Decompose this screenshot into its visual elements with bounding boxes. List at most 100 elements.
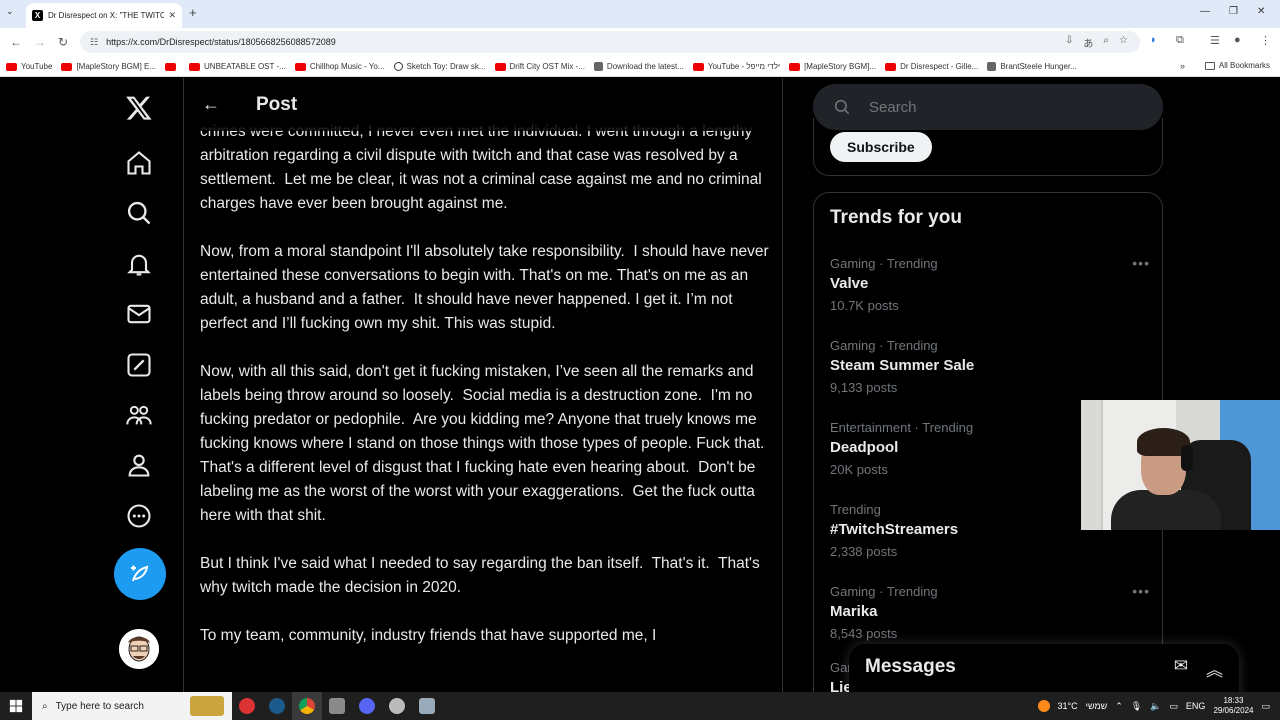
tab-search-chevron-icon[interactable]: ⌄ xyxy=(6,6,14,17)
messages-drawer[interactable]: Messages ✉ ︽ xyxy=(849,644,1239,692)
bookmark-item[interactable]: Download the latest... xyxy=(593,62,684,71)
taskbar-app-icon[interactable] xyxy=(232,692,262,720)
bookmark-item[interactable]: [MapleStory BGM]... xyxy=(789,62,876,71)
search-input[interactable]: Search xyxy=(813,84,1163,130)
microphone-icon[interactable]: 🎙 xyxy=(1131,701,1142,712)
trend-more-icon[interactable]: ••• xyxy=(1132,255,1150,271)
speaker-icon[interactable]: 🔈 xyxy=(1150,701,1161,712)
new-tab-plus-icon[interactable]: + xyxy=(189,5,197,20)
clock[interactable]: 18:33 29/06/2024 xyxy=(1213,696,1253,716)
taskbar-search-icon: ⌕ xyxy=(42,700,48,712)
browser-tab-active[interactable]: X Dr Disrespect on X: "THE TWITC ✕ xyxy=(26,3,182,28)
search-icon xyxy=(834,99,850,115)
post-header: ← Post xyxy=(184,78,782,131)
window-close-icon[interactable]: ✕ xyxy=(1257,6,1265,17)
bookmark-item[interactable]: Chillhop Music - Yo... xyxy=(294,62,385,71)
bookmark-item[interactable] xyxy=(165,62,180,71)
home-icon[interactable] xyxy=(123,147,155,179)
taskbar-search-input[interactable]: ⌕ Type here to search xyxy=(32,692,232,720)
extensions-puzzle-icon[interactable]: ⧉ xyxy=(1176,34,1184,47)
language[interactable]: ENG xyxy=(1186,701,1206,711)
trend-item[interactable]: Gaming · Trending Steam Summer Sale 9,133 … xyxy=(830,337,1150,399)
bookmark-label: [MapleStory BGM]... xyxy=(804,62,877,71)
trend-item[interactable]: Gaming · Trending Valve 10.7K posts ••• xyxy=(830,255,1150,317)
taskbar-app-icon[interactable] xyxy=(382,692,412,720)
expand-chevron-icon[interactable]: ︽ xyxy=(1206,656,1223,681)
bookmark-item[interactable]: UNBEATABLE OST -... xyxy=(189,62,286,71)
search-highlight-image xyxy=(190,696,224,716)
install-app-icon[interactable]: ⇩ xyxy=(1065,35,1073,50)
reload-icon[interactable]: ↻ xyxy=(58,35,68,49)
bookmark-item[interactable]: Drift City OST Mix -... xyxy=(494,62,585,71)
discord-icon[interactable] xyxy=(352,692,382,720)
account-avatar[interactable] xyxy=(119,629,159,669)
taskbar-app-icon[interactable] xyxy=(322,692,352,720)
explore-search-icon[interactable] xyxy=(123,197,155,229)
trend-more-icon[interactable]: ••• xyxy=(1132,583,1150,599)
site-info-icon[interactable]: ☷ xyxy=(90,37,98,48)
bookmark-star-icon[interactable]: ☆ xyxy=(1119,35,1128,50)
bookmark-item[interactable]: [MapleStory BGM] E... xyxy=(61,62,156,71)
right-sidebar: Subscribe Search Trends for you Gaming ·… xyxy=(813,78,1163,692)
subscribe-button[interactable]: Subscribe xyxy=(830,132,932,162)
bookmark-label: BrantSteele Hunger... xyxy=(1000,62,1077,71)
steam-icon[interactable] xyxy=(262,692,292,720)
menu-kebab-icon[interactable]: ⋮ xyxy=(1260,34,1271,47)
reading-list-icon[interactable]: ☰ xyxy=(1210,34,1220,47)
back-arrow-icon[interactable]: ← xyxy=(202,94,222,115)
zoom-icon[interactable]: ⌕ xyxy=(1103,35,1109,50)
webcam-overlay xyxy=(1081,400,1280,530)
notifications-icon[interactable]: ▭ xyxy=(1261,701,1270,712)
bookmark-item[interactable]: YouTube - ילדי מייפל xyxy=(692,62,780,71)
trend-post-count: 9,133 posts xyxy=(830,380,898,395)
bookmarks-overflow-icon[interactable]: » xyxy=(1180,61,1185,71)
address-bar[interactable]: ☷ https://x.com/DrDisrespect/status/1805… xyxy=(80,31,1140,53)
restore-icon[interactable]: ❐ xyxy=(1229,6,1238,17)
new-message-icon[interactable]: ✉ xyxy=(1174,656,1188,681)
post-paragraph: To my team, community, industry friends … xyxy=(200,627,657,644)
youtube-icon xyxy=(885,62,897,71)
more-circle-icon[interactable] xyxy=(123,500,155,532)
translate-icon[interactable]: あ xyxy=(1083,35,1093,50)
bookmark-item[interactable]: Sketch Toy: Draw sk... xyxy=(393,62,486,71)
profile-person-icon[interactable] xyxy=(123,449,155,481)
tab-close-icon[interactable]: ✕ xyxy=(168,10,176,21)
bookmark-favicon-icon xyxy=(987,62,997,71)
youtube-icon xyxy=(494,62,506,71)
forward-icon[interactable]: → xyxy=(34,35,46,49)
bookmark-item[interactable]: Dr Disrespect - Gille... xyxy=(885,62,978,71)
temperature[interactable]: 31°C xyxy=(1058,701,1078,711)
network-icon[interactable]: ▭ xyxy=(1169,701,1178,712)
all-bookmarks-button[interactable]: All Bookmarks xyxy=(1204,61,1270,70)
trend-post-count: 2,338 posts xyxy=(830,544,898,559)
weather-label[interactable]: שמשי xyxy=(1086,701,1108,711)
x-logo-icon[interactable] xyxy=(123,92,155,124)
minimize-icon[interactable]: — xyxy=(1200,6,1210,17)
taskbar-app-icon[interactable] xyxy=(412,692,442,720)
bookmark-label: YouTube xyxy=(21,62,53,71)
start-windows-icon[interactable] xyxy=(0,692,32,720)
bookmark-item[interactable]: BrantSteele Hunger... xyxy=(987,62,1077,71)
left-navigation xyxy=(110,78,170,692)
youtube-icon xyxy=(789,62,801,71)
post-column: crimes were committed, I never even met … xyxy=(183,78,783,692)
back-icon[interactable]: ← xyxy=(10,35,22,49)
communities-icon[interactable] xyxy=(123,399,155,431)
notifications-bell-icon[interactable] xyxy=(123,248,155,280)
tray-chevron-icon[interactable]: ⌃ xyxy=(1115,701,1123,712)
profile-icon[interactable]: ● xyxy=(1234,34,1241,46)
trend-category: Gaming · Trending xyxy=(830,338,938,353)
x-page: crimes were committed, I never even met … xyxy=(0,78,1280,692)
messages-envelope-icon[interactable] xyxy=(123,298,155,330)
grok-icon[interactable] xyxy=(123,349,155,381)
chrome-icon[interactable] xyxy=(292,692,322,720)
extension-icon[interactable]: ◗ xyxy=(1150,34,1157,46)
compose-post-button[interactable] xyxy=(114,548,166,600)
post-paragraph: Now, from a moral standpoint I'll absolu… xyxy=(200,243,774,332)
youtube-icon xyxy=(294,62,306,71)
bookmark-item[interactable]: YouTube xyxy=(6,62,52,71)
weather-sun-icon[interactable] xyxy=(1037,700,1050,712)
url-text[interactable]: https://x.com/DrDisrespect/status/180566… xyxy=(106,37,336,47)
trend-item[interactable]: Gaming · Trending Marika 8,543 posts ••• xyxy=(830,583,1150,645)
post-paragraph: Now, with all this said, don't get it fu… xyxy=(200,363,773,524)
